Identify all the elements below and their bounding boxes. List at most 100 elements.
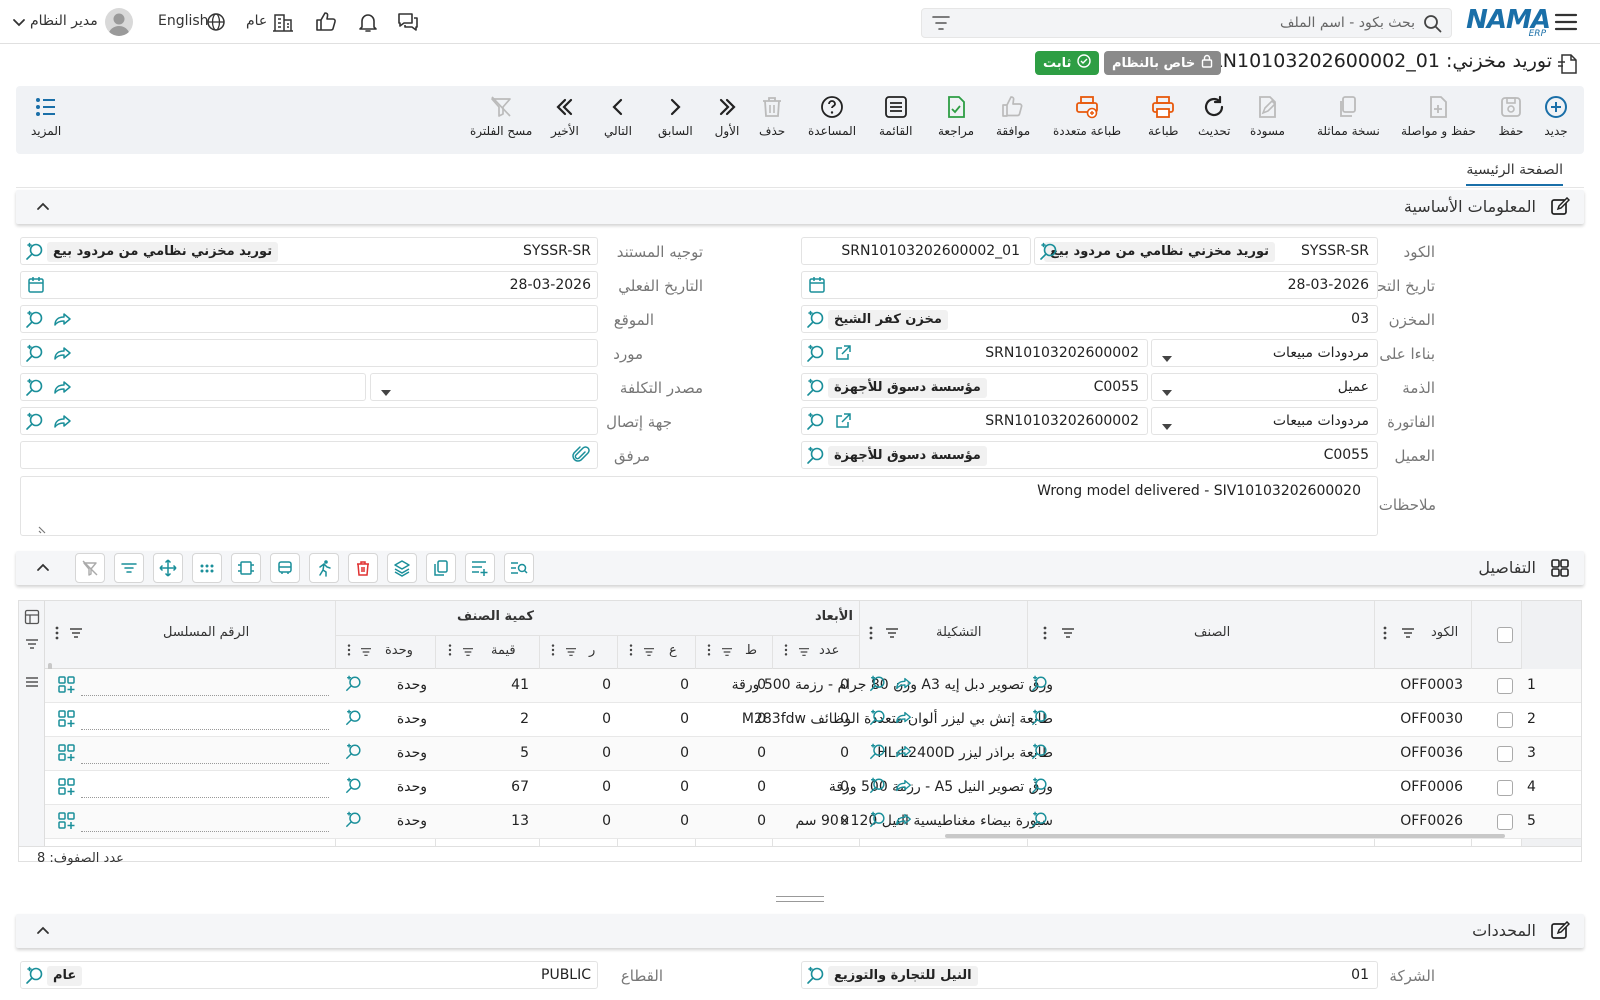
share-icon[interactable]: [53, 310, 73, 334]
search-plus-icon[interactable]: [806, 446, 826, 470]
save-button[interactable]: حفظ: [1498, 94, 1524, 150]
bus-icon-button[interactable]: [270, 553, 300, 583]
table-settings-icon[interactable]: [24, 609, 40, 629]
serial-input[interactable]: [81, 797, 329, 798]
bell-icon[interactable]: [356, 10, 380, 38]
customer-field[interactable]: C0055 مؤسسة دسوق للأجهزة: [801, 441, 1378, 469]
globe-icon[interactable]: [206, 12, 226, 36]
row-checkbox[interactable]: [1497, 746, 1513, 762]
sector-field[interactable]: PUBLIC عام: [20, 961, 598, 989]
kebab-icon[interactable]: [869, 625, 873, 645]
search-plus-icon[interactable]: [1031, 743, 1049, 765]
search-plus-icon[interactable]: [1031, 777, 1049, 799]
search-plus-icon[interactable]: [1031, 675, 1049, 697]
search-plus-icon[interactable]: [25, 966, 45, 990]
calendar-icon[interactable]: [27, 276, 45, 298]
code-field[interactable]: SYSSR-SR توريد مخزني نظامي من مردود بيع: [1034, 237, 1378, 265]
run-button[interactable]: [309, 553, 339, 583]
row-checkbox[interactable]: [1497, 814, 1513, 830]
search-plus-icon[interactable]: [345, 709, 363, 731]
dots-grid-button[interactable]: [192, 553, 222, 583]
add-serial-icon[interactable]: [57, 709, 77, 733]
filter-icon[interactable]: [360, 645, 372, 661]
chevron-down-icon[interactable]: [12, 16, 26, 32]
search-plus-icon[interactable]: [345, 675, 363, 697]
attachment-field[interactable]: [20, 441, 598, 469]
resize-handle-icon[interactable]: [37, 523, 47, 539]
search-plus-icon[interactable]: [1031, 709, 1049, 731]
thumbs-up-icon[interactable]: [314, 10, 338, 38]
issue-date-field[interactable]: 28-03-2026: [801, 271, 1378, 299]
row-checkbox[interactable]: [1497, 712, 1513, 728]
cost-source-field[interactable]: [20, 373, 366, 401]
search-plus-icon[interactable]: [806, 344, 826, 368]
contact-field[interactable]: [20, 407, 598, 435]
kebab-icon[interactable]: [1043, 625, 1047, 645]
invoice-type-select[interactable]: مردودات مبيعات: [1151, 407, 1378, 435]
search-plus-icon[interactable]: [869, 709, 887, 731]
search-plus-icon[interactable]: [25, 242, 45, 266]
select-all-checkbox[interactable]: [1497, 627, 1513, 643]
delete-row-button[interactable]: [348, 553, 378, 583]
search-plus-icon[interactable]: [25, 310, 45, 334]
kebab-icon[interactable]: [551, 643, 555, 661]
search-plus-icon[interactable]: [345, 777, 363, 799]
share-icon[interactable]: [53, 378, 73, 402]
search-plus-icon[interactable]: [25, 412, 45, 436]
filter-button[interactable]: [114, 553, 144, 583]
search-input[interactable]: بحث بكود - اسم الملف: [921, 8, 1452, 38]
filter-icon[interactable]: [1401, 627, 1415, 643]
delete-button[interactable]: حذف: [759, 94, 785, 150]
col-header-t[interactable]: ط: [745, 643, 757, 658]
duplicate-button[interactable]: نسخة مماثلة: [1317, 94, 1380, 150]
col-header-count[interactable]: عدد: [819, 643, 839, 658]
account-field[interactable]: C0055 مؤسسة دسوق للأجهزة: [801, 373, 1148, 401]
notes-textarea[interactable]: Wrong model delivered - SIV1010320260002…: [20, 476, 1378, 536]
frame-button[interactable]: [231, 553, 261, 583]
filter-icon[interactable]: [643, 645, 655, 661]
last-button[interactable]: الأخير: [551, 94, 579, 150]
basic-info-section-header[interactable]: المعلومات الأساسية: [16, 190, 1584, 224]
location-field[interactable]: [20, 305, 598, 333]
table-row[interactable]: [45, 737, 1581, 771]
logo[interactable]: NAMA ERP: [1466, 3, 1551, 41]
serial-input[interactable]: [81, 831, 329, 832]
add-serial-icon[interactable]: [57, 811, 77, 835]
building-icon[interactable]: [272, 11, 294, 37]
list-button[interactable]: القائمة: [879, 94, 912, 150]
dimensions-section-header[interactable]: المحددات: [16, 914, 1584, 948]
kebab-icon[interactable]: [707, 643, 711, 661]
col-header-unit[interactable]: وحدة: [385, 643, 413, 658]
search-plus-icon[interactable]: [345, 811, 363, 833]
kebab-icon[interactable]: [629, 643, 633, 661]
share-icon[interactable]: [895, 743, 913, 765]
side-filter-icon[interactable]: [25, 637, 39, 655]
row-checkbox[interactable]: [1497, 780, 1513, 796]
first-button[interactable]: الأول: [714, 94, 740, 150]
calendar-icon[interactable]: [808, 276, 826, 298]
search-plus-icon[interactable]: [869, 743, 887, 765]
share-icon[interactable]: [53, 412, 73, 436]
approve-button[interactable]: موافقة: [996, 94, 1030, 150]
search-plus-icon[interactable]: [806, 966, 826, 990]
kebab-icon[interactable]: [1383, 625, 1387, 645]
multi-print-button[interactable]: طباعة متعددة: [1053, 94, 1121, 150]
clear-filter-grid-button[interactable]: [75, 553, 105, 583]
filter-icon[interactable]: [462, 645, 474, 661]
serial-input[interactable]: [81, 729, 329, 730]
user-name[interactable]: مدير النظام: [30, 13, 98, 29]
filter-icon[interactable]: [565, 645, 577, 661]
search-plus-icon[interactable]: [806, 378, 826, 402]
share-icon[interactable]: [895, 675, 913, 697]
supplier-field[interactable]: [20, 339, 598, 367]
save-continue-button[interactable]: حفظ و مواصلة: [1401, 94, 1476, 150]
search-plus-icon[interactable]: [1031, 811, 1049, 833]
col-header-item[interactable]: الصنف: [1194, 625, 1230, 640]
refresh-button[interactable]: تحديث: [1198, 94, 1231, 150]
filter-icon[interactable]: [798, 645, 810, 661]
tab-main[interactable]: الصفحة الرئيسية: [1466, 162, 1563, 186]
doc-direction-field[interactable]: SYSSR-SR توريد مخزني نظامي من مردود بيع: [20, 237, 598, 265]
search-plus-icon[interactable]: [345, 743, 363, 765]
external-link-icon[interactable]: [834, 412, 852, 434]
move-button[interactable]: [153, 553, 183, 583]
